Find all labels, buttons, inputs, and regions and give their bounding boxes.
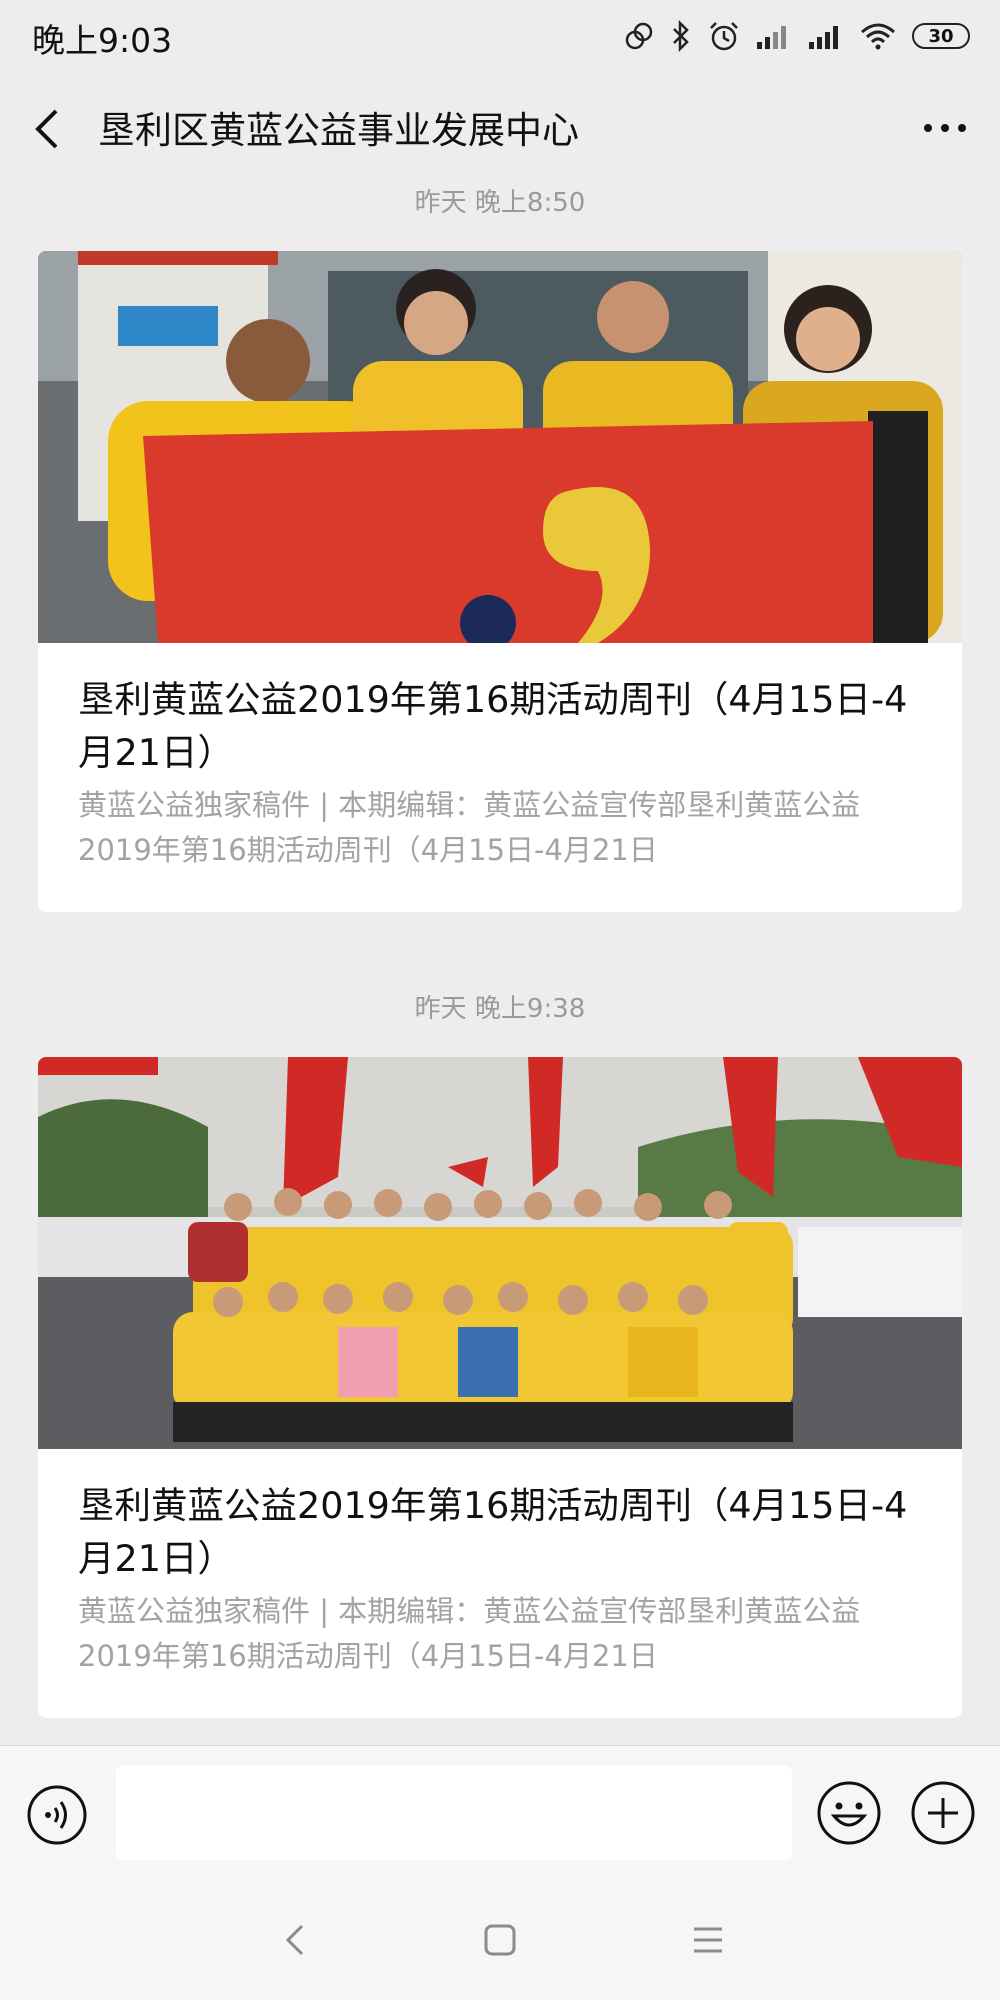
article-title[interactable]: 垦利黄蓝公益2019年第16期活动周刊（4月15日-4月21日） xyxy=(78,673,924,779)
battery-icon: 30 xyxy=(912,23,970,49)
status-time: 晚上9:03 xyxy=(32,21,173,60)
nfc-icon xyxy=(625,22,653,50)
article-cover-image[interactable] xyxy=(38,1057,962,1449)
article-title[interactable]: 垦利黄蓝公益2019年第16期活动周刊（4月15日-4月21日） xyxy=(78,1479,924,1585)
signal-icon xyxy=(809,26,838,49)
article-description: 黄蓝公益独家稿件 | 本期编辑：黄蓝公益宣传部垦利黄蓝公益2019年第16期活动… xyxy=(78,788,861,867)
message-input[interactable] xyxy=(116,1766,792,1860)
back-icon[interactable] xyxy=(274,1918,318,1962)
system-navigation xyxy=(0,1880,1000,2000)
more-dots-icon[interactable] xyxy=(920,108,970,148)
volunteers-flag-photo xyxy=(38,251,962,643)
home-icon[interactable] xyxy=(478,1918,522,1962)
menu-icon[interactable] xyxy=(686,1918,730,1962)
back-arrow-icon[interactable] xyxy=(28,105,68,153)
alarm-icon xyxy=(710,22,738,51)
wifi-icon xyxy=(861,23,895,50)
article-description: 黄蓝公益独家稿件 | 本期编辑：黄蓝公益宣传部垦利黄蓝公益2019年第16期活动… xyxy=(78,1594,861,1673)
volunteers-group-photo xyxy=(38,1057,962,1449)
battery-level: 30 xyxy=(928,25,954,47)
input-bar xyxy=(0,1745,1000,1881)
status-icons: 30 xyxy=(624,14,970,58)
bluetooth-icon xyxy=(673,20,689,52)
status-bar: 晚上9:03 30 xyxy=(0,0,1000,72)
article-cover-image[interactable] xyxy=(38,251,962,643)
article-card[interactable]: 垦利黄蓝公益2019年第16期活动周刊（4月15日-4月21日） 黄蓝公益独家稿… xyxy=(38,251,962,912)
chat-area[interactable]: 昨天 晚上8:50 垦利黄蓝公益2019年第16期活动周刊（4月15日-4月21… xyxy=(0,182,1000,1745)
voice-icon[interactable] xyxy=(26,1784,88,1846)
nav-bar: 垦利区黄蓝公益事业发展中心 xyxy=(0,72,1000,182)
article-card[interactable]: 垦利黄蓝公益2019年第16期活动周刊（4月15日-4月21日） 黄蓝公益独家稿… xyxy=(38,1057,962,1718)
emoji-icon[interactable] xyxy=(816,1780,882,1846)
signal-icon xyxy=(757,26,786,49)
message-time: 昨天 晚上8:50 xyxy=(414,188,586,218)
plus-icon[interactable] xyxy=(910,1780,976,1846)
message-time: 昨天 晚上9:38 xyxy=(414,994,586,1024)
chat-title: 垦利区黄蓝公益事业发展中心 xyxy=(98,109,579,152)
